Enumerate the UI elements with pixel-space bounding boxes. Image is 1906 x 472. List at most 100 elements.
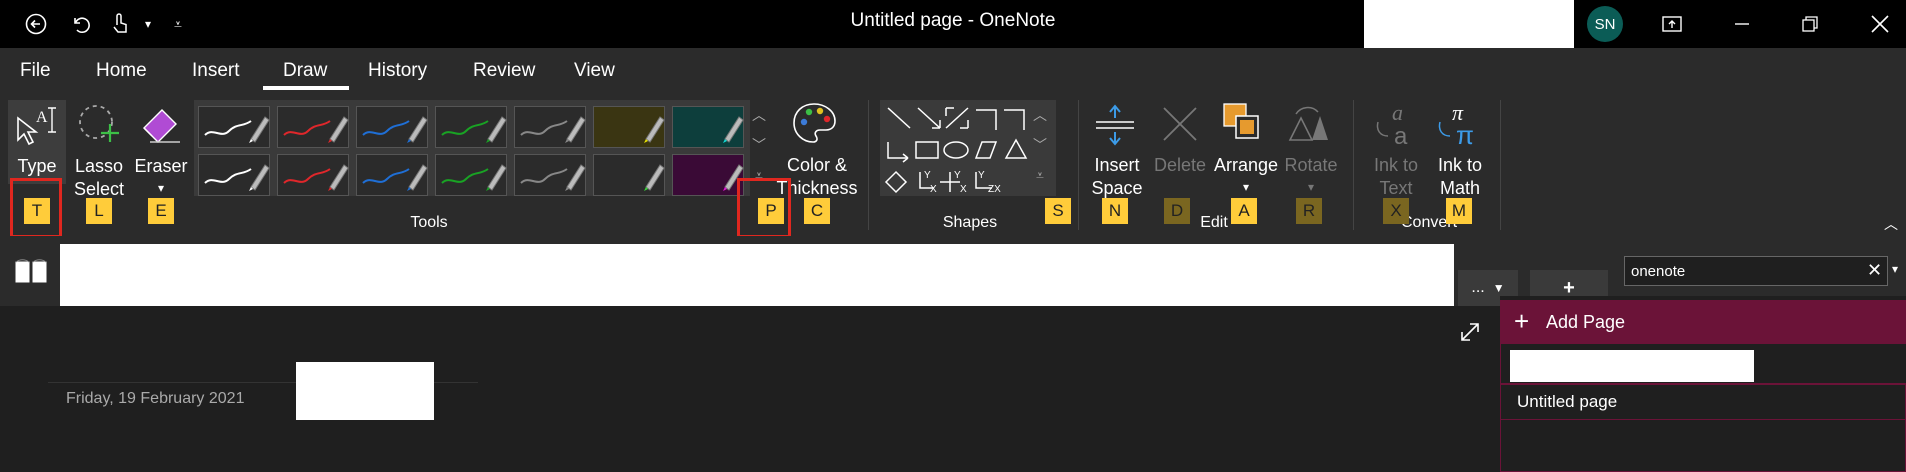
restore-icon[interactable] [1790,6,1830,42]
tab-draw[interactable]: Draw [283,60,327,82]
pen-swatch[interactable] [514,106,586,148]
tab-home[interactable]: Home [96,60,147,82]
pen-swatch[interactable] [593,106,665,148]
section-tabs-redacted [60,244,1454,306]
svg-text:a: a [1394,123,1408,148]
plus-icon: + [1514,306,1530,336]
divider [1353,100,1354,230]
keytip-delete: D [1164,198,1190,224]
delete-label: Delete [1153,155,1207,175]
tab-file[interactable]: File [20,60,51,82]
divider [868,100,869,230]
chevron-down-icon[interactable]: ▾ [132,176,190,200]
page-list-item[interactable]: Untitled page [1500,384,1906,420]
divider [1500,100,1501,230]
highlight-box [10,178,62,238]
palette-icon[interactable] [790,100,838,153]
ink-to-math-icon[interactable]: ππ [1434,100,1482,153]
pen-swatch[interactable] [672,154,744,196]
insert-space-label: Insert [1094,155,1140,175]
delete-icon [1160,104,1200,149]
pen-swatch[interactable] [277,106,349,148]
chevron-down-icon[interactable]: ▾ [1208,175,1284,199]
pages-panel: + Add Page Untitled page [1500,296,1906,472]
pen-swatch[interactable] [356,154,428,196]
chevron-down-icon[interactable]: ▾ [1892,262,1898,276]
pen-swatch[interactable] [435,106,507,148]
arrange-icon[interactable] [1222,102,1268,153]
expand-icon[interactable] [1458,320,1482,349]
ink-to-text-label: Ink to [1373,155,1419,175]
pen-swatch[interactable] [356,106,428,148]
shapes-group-label: Shapes [942,214,998,231]
ink-to-text-icon: aa [1372,100,1418,153]
redacted-area [296,362,434,420]
active-tab-indicator [263,86,349,90]
minimize-icon[interactable] [1722,6,1762,42]
keytip-ink-to-text: X [1383,198,1409,224]
tab-view[interactable]: View [574,60,615,82]
clear-search-icon[interactable]: ✕ [1867,260,1882,281]
page-title: Untitled page [1517,392,1618,411]
page-canvas[interactable]: Friday, 19 February 2021 [0,306,1500,472]
svg-text:X: X [960,184,967,195]
ink-to-math-label: Ink to [1437,155,1483,175]
svg-text:Y: Y [954,170,961,181]
gallery-up-icon[interactable]: ︿ [748,100,770,130]
add-page-button[interactable]: + Add Page [1500,300,1906,344]
svg-text:π: π [1456,120,1474,148]
pen-swatch[interactable] [435,154,507,196]
gallery-down-icon[interactable]: ﹀ [748,130,770,160]
divider [1078,100,1079,230]
tab-history[interactable]: History [368,60,427,82]
page-list-item[interactable] [1500,420,1906,472]
avatar[interactable]: SN [1587,6,1623,42]
type-label: Type [17,156,57,176]
svg-text:ZX: ZX [988,184,1001,195]
shapes-more-icon[interactable]: ⩡ [1029,160,1051,190]
notebook-icon[interactable] [14,258,48,289]
shapes-down-icon[interactable]: ﹀ [1029,130,1051,160]
page-list-item[interactable] [1500,344,1906,384]
tab-insert[interactable]: Insert [192,60,240,82]
tab-review[interactable]: Review [473,60,535,82]
redacted-area [1510,350,1754,382]
lasso-label: Lasso [74,156,124,176]
fullscreen-icon[interactable] [1652,6,1692,42]
keytip-arrange: A [1231,198,1257,224]
page-date: Friday, 19 February 2021 [66,390,245,407]
close-icon[interactable] [1860,6,1900,42]
pen-swatch[interactable] [198,154,270,196]
type-cursor-icon: A [14,104,60,155]
search-input[interactable]: onenote [1631,263,1685,280]
lasso-icon[interactable] [76,102,126,151]
insert-space-label-2: Space [1091,178,1143,198]
tools-group-label: Tools [410,214,448,231]
add-page-label: Add Page [1546,312,1626,332]
title-bar: ▾ ⩡ Untitled page - OneNote SN [0,0,1906,52]
color-thickness-label: Color & [786,155,848,175]
rotate-icon [1286,102,1332,153]
pen-swatch[interactable] [593,154,665,196]
ribbon: A Type Lasso Select Eraser ▾ ︿ ﹀ ⩡ Color… [0,96,1906,236]
arrange-label: Arrange [1213,155,1279,175]
pen-swatch[interactable] [277,154,349,196]
eraser-icon[interactable] [138,102,188,151]
pen-swatch[interactable] [672,106,744,148]
insert-space-icon[interactable] [1092,102,1138,153]
svg-text:Y: Y [924,170,931,181]
svg-text:X: X [930,184,937,195]
pen-swatch[interactable] [514,154,586,196]
ink-to-text-label-2: Text [1379,178,1413,198]
chevron-down-icon: ▾ [1307,180,1315,194]
chevron-down-icon: ▼ [1492,281,1505,295]
keytip-eraser: E [148,198,174,224]
search-field[interactable]: onenote ✕ [1624,256,1888,286]
highlight-box [737,178,791,238]
collapse-ribbon-icon[interactable]: ︿ [1884,214,1898,234]
svg-text:A: A [36,109,48,126]
redacted-area [1364,0,1574,52]
keytip-shapes: S [1045,198,1071,224]
shapes-up-icon[interactable]: ︿ [1029,100,1051,130]
pen-swatch[interactable] [198,106,270,148]
